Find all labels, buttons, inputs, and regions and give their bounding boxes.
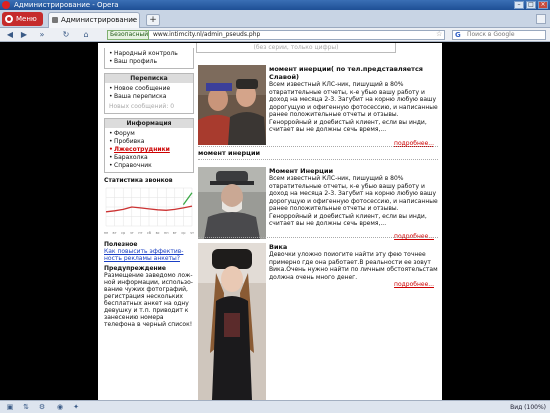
zoom-level[interactable]: Вид (100%)	[510, 403, 546, 412]
opera-logo-icon	[2, 1, 10, 9]
sidebar-item-fake-staff[interactable]: Лжесотрудники	[109, 146, 189, 154]
tab-bar: Меню Администрирование × +	[0, 10, 550, 28]
entry-text: Вика Девочки уложно поиогите найти эту ф…	[269, 243, 438, 281]
chart-tick-label: чт	[190, 231, 194, 235]
useful-link[interactable]: Как повысить эффектив-ность рекламы анке…	[104, 248, 194, 262]
window-titlebar: Администрирование - Opera – □ ×	[0, 0, 550, 10]
forward-icon[interactable]: ▶	[18, 30, 30, 40]
info-box: Информация Форум Пробивка Лжесотрудники …	[104, 118, 194, 173]
chart-tick-label: чт	[130, 231, 134, 235]
window-controls: – □ ×	[514, 1, 548, 9]
chart-series-line-1	[182, 192, 193, 205]
tab-label: Администрирование	[61, 16, 138, 24]
sidebar-item-new-message[interactable]: Новое сообщение	[109, 85, 189, 93]
useful-title: Полезное	[104, 241, 138, 248]
entry-title[interactable]: момент инерции( по тел.представляется Сл…	[269, 65, 438, 81]
window-title: Администрирование - Opera	[14, 1, 119, 9]
divider	[198, 237, 438, 238]
home-icon[interactable]: ⌂	[80, 30, 92, 40]
entry-card: Момент Инерции Всем известный КЛС-ник, п…	[198, 167, 438, 241]
divider	[198, 146, 438, 147]
entry-card: Вика Девочки уложно поиогите найти эту ф…	[198, 243, 438, 400]
turbo-icon[interactable]: ◉	[54, 403, 66, 412]
chart-tick-label: пн	[164, 231, 169, 235]
tab-admin[interactable]: Администрирование ×	[48, 12, 140, 28]
chart-tick-label: пт	[138, 231, 142, 235]
chart-tick-label: вс	[156, 231, 160, 235]
entry-title[interactable]: Вика	[269, 243, 438, 251]
panel-toggle-icon[interactable]: ▣	[4, 403, 16, 412]
messages-box: Переписка Новое сообщение Ваша переписка…	[104, 73, 194, 114]
tab-list-icon[interactable]	[536, 14, 546, 24]
reload-icon[interactable]: ↻	[60, 30, 72, 40]
more-link[interactable]: подробнее...	[394, 281, 434, 288]
page-viewport: (без серии, только цифры) Народный контр…	[0, 43, 550, 400]
chart-tick-label: пн	[104, 231, 108, 235]
address-bar: ◀ ▶ » ↻ ⌂ Безопасный www.intimcity.nl/ad…	[0, 28, 550, 42]
messages-title: Переписка	[105, 74, 193, 83]
favicon-icon	[52, 17, 58, 23]
chart-tick-label: вт	[173, 231, 177, 235]
new-tab-button[interactable]: +	[146, 14, 160, 26]
calls-stats-title: Статистика звонков	[104, 177, 173, 184]
chart-tick-label: сб	[147, 231, 151, 235]
google-icon: G	[455, 31, 461, 39]
calls-chart: пн вт ср чт пт сб вс пн вт ср чт	[104, 187, 194, 235]
entry-text: Момент Инерции Всем известный КЛС-ник, п…	[269, 167, 438, 228]
maximize-icon[interactable]: □	[526, 1, 536, 9]
url-input[interactable]: www.intimcity.nl/admin_pseuds.php	[149, 30, 445, 40]
search-placeholder: Поиск в Google	[467, 31, 515, 38]
opera-logo-icon	[5, 15, 13, 23]
secure-badge[interactable]: Безопасный	[107, 30, 149, 40]
new-messages-count: Новых сообщений: 0	[109, 103, 175, 110]
entry-photo[interactable]	[198, 65, 266, 145]
divider	[198, 159, 438, 160]
chart-tick-label: ср	[181, 231, 186, 235]
search-hint: (без серии, только цифры)	[196, 43, 396, 53]
warning-text: Размещение заведомо лож-ной информации, …	[104, 272, 193, 328]
opera-menu-button[interactable]: Меню	[2, 12, 43, 26]
entry-body: Всем известный КЛС-ник, пишущий в 80% от…	[269, 81, 438, 133]
entry-body: Девочки уложно поиогите найти эту фею то…	[269, 251, 438, 281]
back-icon[interactable]: ◀	[4, 30, 16, 40]
sync-icon[interactable]: ⇅	[20, 403, 32, 412]
close-icon[interactable]: ×	[538, 1, 548, 9]
sidebar-item-directory[interactable]: Справочник	[109, 162, 189, 170]
sidebar-item-control[interactable]: Народный контроль	[109, 50, 189, 58]
entry-title[interactable]: Момент Инерции	[269, 167, 438, 175]
sidebar-item-lookup[interactable]: Пробивка	[109, 138, 189, 146]
chart-tick-label: ср	[121, 231, 126, 235]
search-input[interactable]: G Поиск в Google	[452, 30, 546, 40]
chart-tick-label: вт	[113, 231, 117, 235]
status-bar: ▣ ⇅ ⚙ ◉ ✦ Вид (100%)	[0, 400, 550, 413]
page-content: (без серии, только цифры) Народный контр…	[98, 43, 442, 400]
menu-label: Меню	[16, 15, 37, 23]
minimize-icon[interactable]: –	[514, 1, 524, 9]
entry-photo[interactable]	[198, 243, 266, 400]
fast-forward-icon[interactable]: »	[36, 30, 48, 40]
entry-card: момент инерции( по тел.представляется Сл…	[198, 65, 438, 151]
entry-body: Всем известный КЛС-ник, пишущий в 80% от…	[269, 175, 438, 227]
extensions-icon[interactable]: ✦	[70, 403, 82, 412]
sidebar-item-forum[interactable]: Форум	[109, 130, 189, 138]
entry-text: момент инерции( по тел.представляется Сл…	[269, 65, 438, 134]
close-tab-icon[interactable]: ×	[130, 13, 136, 27]
sidebar-item-flea-market[interactable]: Барахолка	[109, 154, 189, 162]
entry-photo[interactable]	[198, 167, 266, 239]
warning-title: Предупреждение	[104, 265, 166, 272]
info-title: Информация	[105, 119, 193, 128]
profile-box: Народный контроль Ваш профиль	[104, 48, 194, 69]
sidebar: Народный контроль Ваш профиль Переписка …	[104, 43, 194, 328]
sidebar-item-profile[interactable]: Ваш профиль	[109, 58, 189, 66]
settings-icon[interactable]: ⚙	[36, 403, 48, 412]
entry-title[interactable]: момент инерции	[198, 149, 260, 157]
bookmark-icon[interactable]: ☆	[436, 30, 442, 38]
sidebar-item-inbox[interactable]: Ваша переписка	[109, 93, 189, 101]
